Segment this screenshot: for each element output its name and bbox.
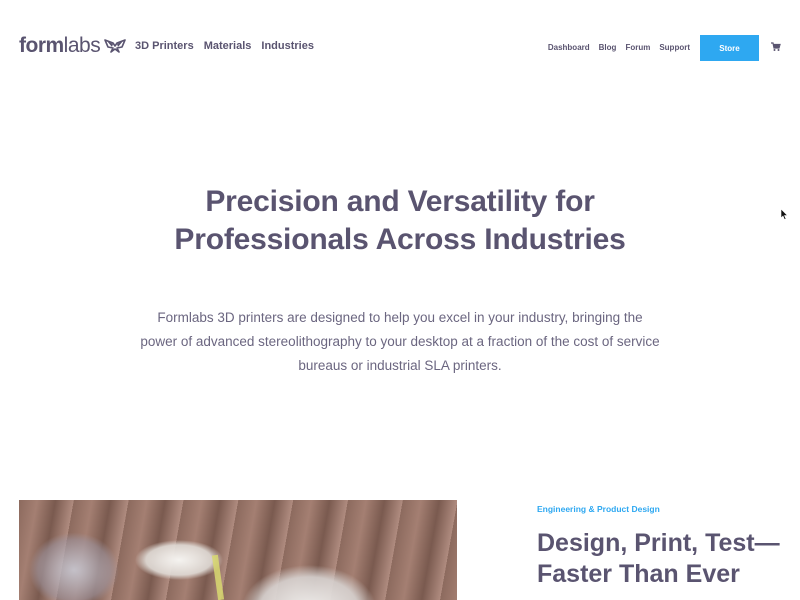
nav-dashboard[interactable]: Dashboard <box>548 43 590 52</box>
butterfly-logo-icon <box>104 39 127 53</box>
feature-title-line-2: Faster Than Ever <box>537 560 740 588</box>
nav-forum[interactable]: Forum <box>625 43 650 52</box>
feature-image-light-bulbs <box>19 500 457 600</box>
formlabs-logo[interactable]: formlabs <box>19 34 127 57</box>
cart-icon[interactable] <box>771 42 781 52</box>
store-button[interactable]: Store <box>700 35 759 61</box>
nav-3d-printers[interactable]: 3D Printers <box>135 40 194 52</box>
hero-title: Precision and Versatility for Profession… <box>0 183 800 259</box>
hero-title-line-1: Precision and Versatility for <box>205 185 595 218</box>
logo-text: formlabs <box>19 34 101 57</box>
feature-title-line-1: Design, Print, Test— <box>537 529 780 557</box>
feature-category-link[interactable]: Engineering & Product Design <box>537 504 660 514</box>
nav-support[interactable]: Support <box>659 43 690 52</box>
secondary-nav: Dashboard Blog Forum Support <box>548 43 690 52</box>
bulb-band-decoration <box>211 554 225 600</box>
hero-description: Formlabs 3D printers are designed to hel… <box>140 310 660 373</box>
site-header: formlabs 3D Printers Materials Industrie… <box>0 0 800 95</box>
nav-blog[interactable]: Blog <box>599 43 617 52</box>
primary-nav: 3D Printers Materials Industries <box>135 40 314 52</box>
nav-industries[interactable]: Industries <box>261 40 314 52</box>
feature-title: Design, Print, Test— Faster Than Ever <box>537 528 780 590</box>
mouse-cursor-icon <box>781 209 788 220</box>
nav-materials[interactable]: Materials <box>204 40 252 52</box>
hero-title-line-2: Professionals Across Industries <box>174 223 626 256</box>
